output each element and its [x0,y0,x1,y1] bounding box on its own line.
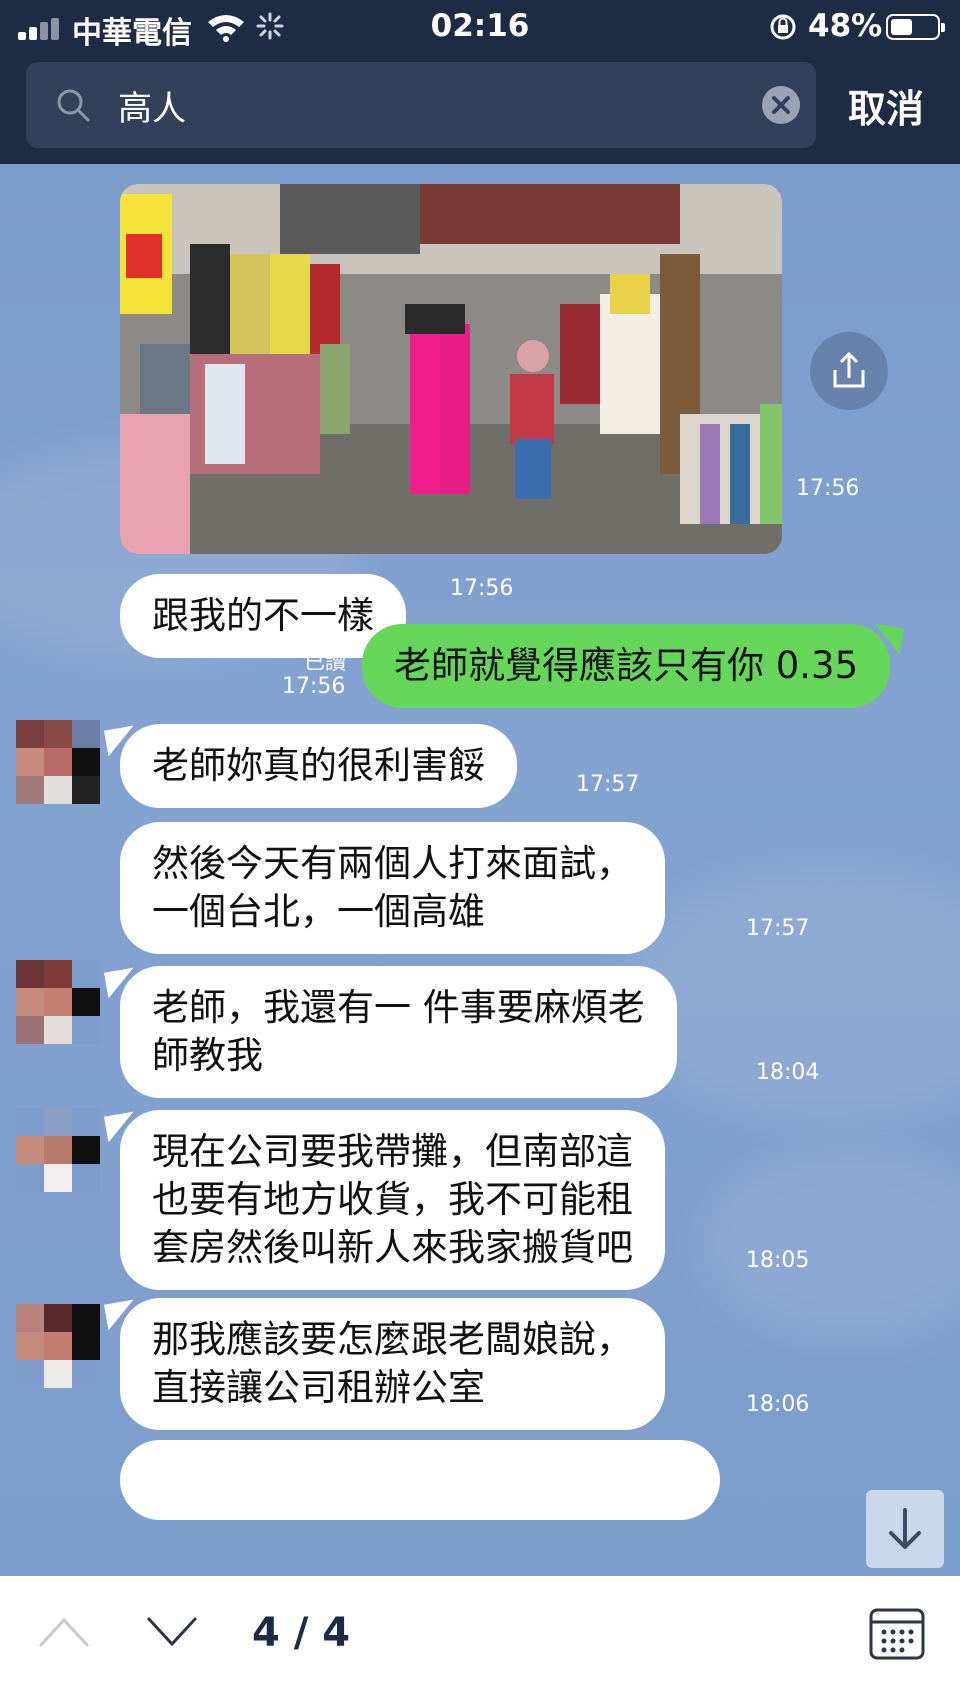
avatar[interactable] [16,1304,100,1388]
chat-area[interactable]: 17:56 跟我的不一樣 17:56 已讀 17:56 老師就覺得應該只有你 0… [0,164,960,1576]
search-box[interactable] [26,62,816,148]
message-time: 17:57 [576,772,640,797]
message-bubble[interactable]: 老師妳真的很利害餒 [120,724,517,808]
search-icon [57,89,90,122]
share-button[interactable] [810,332,888,410]
avatar[interactable] [16,720,100,804]
status-bar: 中華電信 02:16 48% [0,0,960,54]
message-time: 18:04 [756,1060,820,1085]
message-bubble[interactable]: 現在公司要我帶攤，但南部這 也要有地方收貨，我不可能租 套房然後叫新人來我家搬貨… [120,1110,665,1290]
message-bubble[interactable]: 然後今天有兩個人打來面試， 一個台北，一個高雄 [120,822,665,954]
search-input[interactable] [118,78,758,132]
search-result-counter: 4 / 4 [252,1610,351,1656]
clear-icon[interactable] [762,86,800,124]
search-header: 取消 [0,54,960,164]
chevron-down-icon[interactable] [144,1612,200,1652]
message-time: 17:56 [282,674,346,699]
rotation-lock-icon [770,14,796,40]
avatar[interactable] [16,960,100,1044]
battery-icon [886,14,945,40]
scroll-down-button[interactable] [866,1490,944,1568]
message-time: 18:05 [746,1248,810,1273]
avatar[interactable] [16,1108,100,1192]
message-time: 17:56 [796,476,860,501]
message-bubble[interactable]: 跟我的不一樣 [120,574,406,658]
sent-message-bubble[interactable]: 老師就覺得應該只有你 0.35 [362,624,891,708]
cancel-button[interactable]: 取消 [848,78,924,133]
calendar-icon[interactable] [868,1604,926,1662]
message-time: 17:57 [746,916,810,941]
share-icon [833,351,865,388]
photo-message[interactable] [120,184,782,554]
arrow-down-icon [889,1508,921,1549]
battery-percent: 48% [808,8,883,44]
message-time: 18:06 [746,1392,810,1417]
search-navigation-bar: 4 / 4 [0,1576,960,1708]
message-bubble[interactable]: 老師，我還有一 件事要麻煩老 師教我 [120,966,677,1098]
message-time: 17:56 [450,576,514,601]
chevron-up-icon[interactable] [36,1612,92,1652]
message-bubble-partial[interactable] [120,1440,720,1520]
message-bubble[interactable]: 那我應該要怎麼跟老闆娘說， 直接讓公司租辦公室 [120,1298,665,1430]
read-receipt: 已讀 [304,650,346,674]
